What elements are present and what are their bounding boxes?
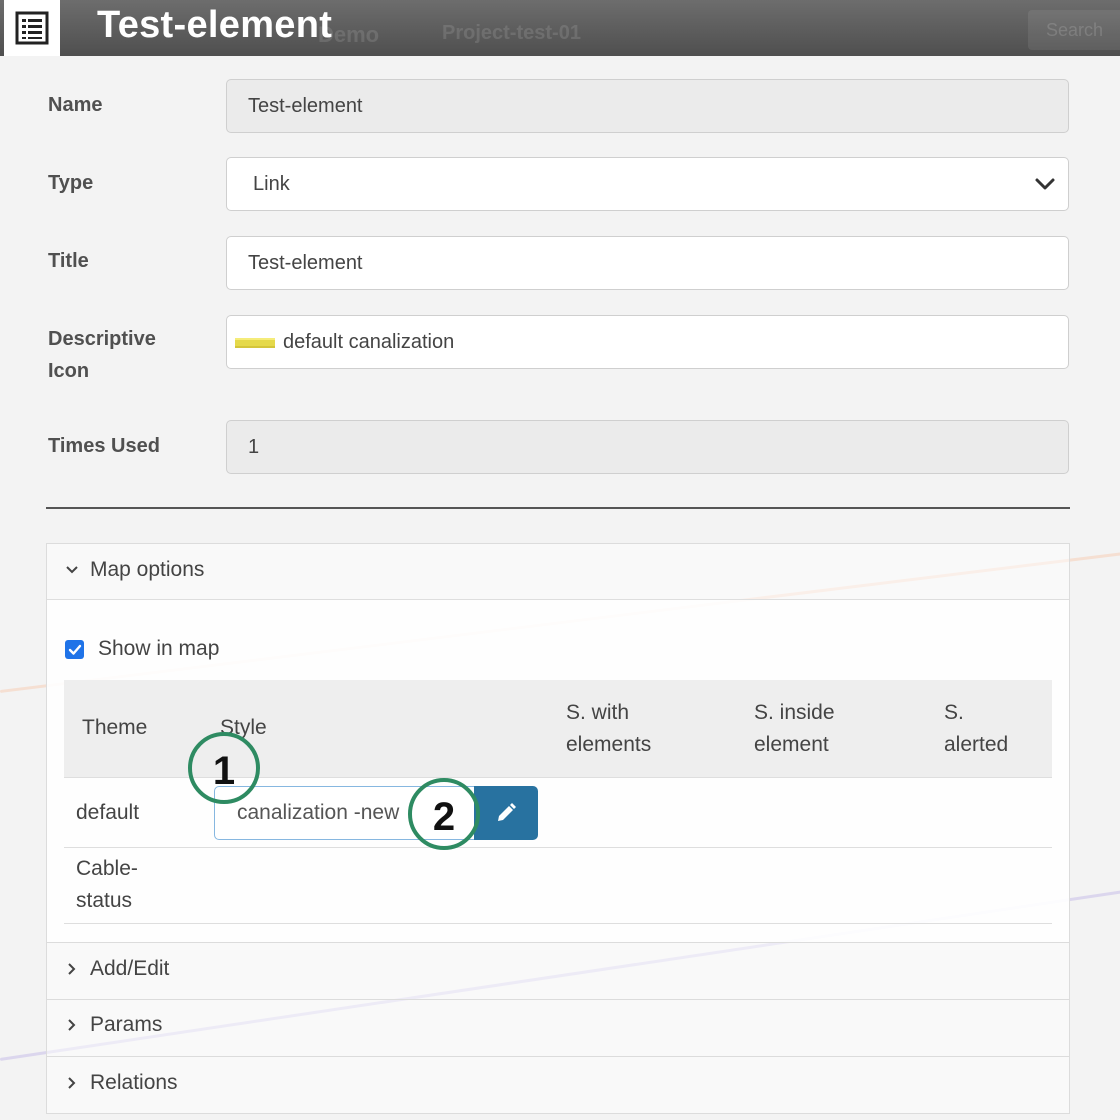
type-select-value: Link — [253, 173, 290, 195]
map-options-toggle[interactable]: Map options — [64, 558, 204, 582]
table-cell-line: status — [76, 889, 133, 912]
divider — [46, 507, 1070, 509]
table-row-theme: default — [76, 801, 140, 824]
chevron-down-icon — [1035, 178, 1055, 190]
title-label: Title — [48, 250, 89, 272]
line-style-swatch-icon — [235, 338, 275, 348]
edit-style-button[interactable] — [474, 786, 538, 840]
type-label: Type — [48, 172, 94, 194]
times-used-label: Times Used — [48, 435, 160, 457]
relations-panel — [46, 1056, 1070, 1114]
chevron-right-icon — [68, 963, 76, 975]
descriptive-icon-label-line2: Icon — [48, 360, 90, 382]
table-row-theme: Cable- status — [76, 853, 138, 917]
callout-marker-2: 2 — [408, 778, 480, 850]
params-header: Params — [90, 1013, 163, 1036]
type-select[interactable]: Link — [226, 157, 1069, 211]
chevron-right-icon — [68, 1077, 76, 1089]
column-header-line: S. with — [566, 701, 630, 724]
page-title: Test-element — [97, 4, 333, 46]
descriptive-icon-label-line1: Descriptive — [48, 328, 156, 350]
descriptive-icon-value: default canalization — [283, 331, 455, 353]
params-toggle[interactable]: Params — [64, 1013, 162, 1037]
column-header-line: element — [754, 733, 829, 756]
column-header-with-elements: S. with elements — [566, 697, 651, 761]
column-header-line: S. inside — [754, 701, 835, 724]
relations-toggle[interactable]: Relations — [64, 1071, 178, 1095]
map-options-header: Map options — [90, 558, 205, 581]
name-label: Name — [48, 94, 103, 116]
check-icon — [68, 644, 81, 655]
column-header-line: alerted — [944, 733, 1009, 756]
pencil-icon — [498, 803, 516, 821]
params-panel — [46, 999, 1070, 1057]
descriptive-icon-field[interactable]: default canalization — [226, 315, 1069, 369]
callout-marker-1: 1 — [188, 732, 260, 804]
header-ghost-search: Search — [1028, 10, 1120, 50]
column-header-line: elements — [566, 733, 652, 756]
title-field[interactable]: Test-element — [226, 236, 1069, 290]
table-row-divider — [64, 923, 1052, 924]
column-header-inside-element: S. inside element — [754, 697, 835, 761]
times-used-field[interactable]: 1 — [226, 420, 1069, 474]
chevron-down-icon — [66, 566, 78, 574]
add-edit-toggle[interactable]: Add/Edit — [64, 957, 169, 981]
list-icon — [4, 0, 60, 56]
relations-header: Relations — [90, 1071, 178, 1094]
column-header-theme: Theme — [82, 716, 148, 739]
add-edit-panel — [46, 942, 1070, 1000]
panel-header: Demo Project-test-01 Search Test-element — [0, 0, 1120, 56]
column-header-line: S. — [944, 701, 964, 724]
show-in-map-checkbox[interactable] — [65, 640, 84, 659]
name-field[interactable]: Test-element — [226, 79, 1069, 133]
header-ghost-tab: Project-test-01 — [442, 22, 581, 44]
show-in-map-label: Show in map — [98, 637, 220, 660]
chevron-right-icon — [68, 1019, 76, 1031]
table-cell-line: Cable- — [76, 857, 138, 880]
table-row-divider — [64, 847, 1052, 848]
column-header-alerted: S. alerted — [944, 697, 1008, 761]
descriptive-icon-label: Descriptive Icon — [48, 323, 156, 387]
add-edit-header: Add/Edit — [90, 957, 170, 980]
